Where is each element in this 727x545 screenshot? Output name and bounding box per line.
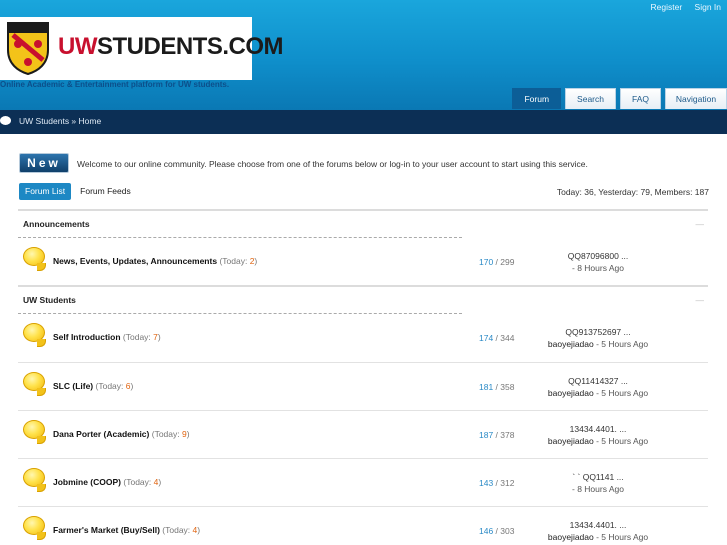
last-post-user[interactable]: baoyejiadao — [548, 339, 594, 349]
forum-bubble-icon — [23, 247, 46, 271]
forum-view-tabs: Forum List Forum Feeds — [19, 183, 140, 200]
speech-bubble-icon — [0, 116, 11, 125]
today-count: (Today: 7) — [122, 332, 161, 342]
nav-tab-search[interactable]: Search — [565, 88, 616, 109]
today-count: (Today: 4) — [123, 477, 162, 487]
logo-wordmark: UWSTUDENTS.COM — [58, 33, 283, 60]
topic-post-counts: 170 / 299 — [479, 257, 515, 267]
topic-post-counts: 181 / 358 — [479, 382, 515, 392]
last-post-time: - 5 Hours Ago — [593, 532, 649, 542]
forum-bubble-icon — [23, 372, 46, 396]
forum-bubble-icon — [23, 420, 46, 444]
nav-tab-faq[interactable]: FAQ — [619, 88, 661, 109]
today-count: (Today: 6) — [95, 381, 134, 391]
last-post: QQ11414327 ... baoyejiadao - 5 Hours Ago — [528, 375, 668, 399]
forum-name-link[interactable]: Farmer's Market (Buy/Sell) (Today: 4) — [53, 525, 200, 535]
breadcrumb[interactable]: UW Students » Home — [19, 110, 101, 132]
forum-bubble-icon — [23, 323, 46, 347]
site-tagline: Online Academic & Entertainment platform… — [0, 80, 230, 89]
last-post-title[interactable]: QQ913752697 ... — [528, 326, 668, 338]
last-post-time: - 5 Hours Ago — [593, 339, 649, 349]
register-link[interactable]: Register — [651, 2, 683, 12]
new-badge: New — [19, 153, 69, 173]
topic-post-counts: 174 / 344 — [479, 333, 515, 343]
forum-row: News, Events, Updates, Announcements (To… — [18, 238, 708, 286]
main-nav: Forum Search FAQ Navigation — [512, 88, 727, 109]
forum-row: SLC (Life) (Today: 6) 181 / 358 QQ114143… — [18, 362, 708, 410]
last-post-title[interactable]: 13434.4401. ... — [528, 519, 668, 531]
site-logo[interactable]: UWSTUDENTS.COM — [0, 17, 283, 80]
last-post-time: - 5 Hours Ago — [593, 388, 649, 398]
last-post: 13434.4401. ... baoyejiadao - 5 Hours Ag… — [528, 423, 668, 447]
forum-name-link[interactable]: Jobmine (COOP) (Today: 4) — [53, 477, 161, 487]
breadcrumb-bar: UW Students » Home — [0, 110, 727, 134]
forum-bubble-icon — [23, 468, 46, 492]
last-post: 13434.4401. ... baoyejiadao - 5 Hours Ag… — [528, 519, 668, 543]
section-title: UW Students — [23, 295, 76, 305]
forum-row: Jobmine (COOP) (Today: 4) 143 / 312 ` ` … — [18, 458, 708, 506]
last-post-title[interactable]: QQ11414327 ... — [528, 375, 668, 387]
last-post: QQ87096800 ... - 8 Hours Ago — [528, 250, 668, 274]
topic-post-counts: 146 / 303 — [479, 526, 515, 536]
forum-name-link[interactable]: Dana Porter (Academic) (Today: 9) — [53, 429, 190, 439]
site-stats: Today: 36, Yesterday: 79, Members: 187 — [556, 187, 709, 197]
last-post-user[interactable]: baoyejiadao — [548, 436, 594, 446]
forum-row: Dana Porter (Academic) (Today: 9) 187 / … — [18, 410, 708, 458]
last-post-user[interactable]: baoyejiadao — [548, 532, 594, 542]
nav-tab-forum[interactable]: Forum — [512, 88, 562, 109]
today-count: (Today: 2) — [219, 256, 258, 266]
forum-name-link[interactable]: SLC (Life) (Today: 6) — [53, 381, 133, 391]
last-post-title[interactable]: 13434.4401. ... — [528, 423, 668, 435]
today-count: (Today: 9) — [151, 429, 190, 439]
last-post: QQ913752697 ... baoyejiadao - 5 Hours Ag… — [528, 326, 668, 350]
today-count: (Today: 4) — [162, 525, 201, 535]
last-post: ` ` QQ1141 ... - 8 Hours Ago — [528, 471, 668, 495]
forum-name-link[interactable]: Self Introduction (Today: 7) — [53, 332, 161, 342]
last-post-user[interactable]: baoyejiadao — [548, 388, 594, 398]
collapse-icon[interactable]: — — [696, 211, 705, 237]
site-header: Register Sign In UWSTUDENTS.COM Online A… — [0, 0, 727, 110]
welcome-message: Welcome to our online community. Please … — [77, 159, 588, 169]
topic-post-counts: 143 / 312 — [479, 478, 515, 488]
tab-forum-list[interactable]: Forum List — [19, 183, 72, 200]
nav-tab-navigation[interactable]: Navigation — [665, 88, 727, 109]
account-links: Register Sign In — [641, 2, 722, 12]
sign-in-link[interactable]: Sign In — [695, 2, 721, 12]
tab-forum-feeds[interactable]: Forum Feeds — [74, 183, 137, 200]
crest-icon — [7, 22, 49, 76]
topic-post-counts: 187 / 378 — [479, 430, 515, 440]
forum-row: Self Introduction (Today: 7) 174 / 344 Q… — [18, 314, 708, 362]
last-post-time: - 8 Hours Ago — [572, 263, 624, 273]
last-post-title[interactable]: ` ` QQ1141 ... — [528, 471, 668, 483]
last-post-title[interactable]: QQ87096800 ... — [528, 250, 668, 262]
section-header-uw-students[interactable]: UW Students — — [18, 285, 708, 313]
forum-row: Farmer's Market (Buy/Sell) (Today: 4) 14… — [18, 506, 708, 545]
collapse-icon[interactable]: — — [696, 287, 705, 313]
section-title: Announcements — [23, 219, 90, 229]
section-header-announcements[interactable]: Announcements — — [18, 209, 708, 237]
last-post-time: - 5 Hours Ago — [593, 436, 649, 446]
forum-bubble-icon — [23, 516, 46, 540]
forum-name-link[interactable]: News, Events, Updates, Announcements (To… — [53, 256, 257, 266]
last-post-time: - 8 Hours Ago — [572, 484, 624, 494]
